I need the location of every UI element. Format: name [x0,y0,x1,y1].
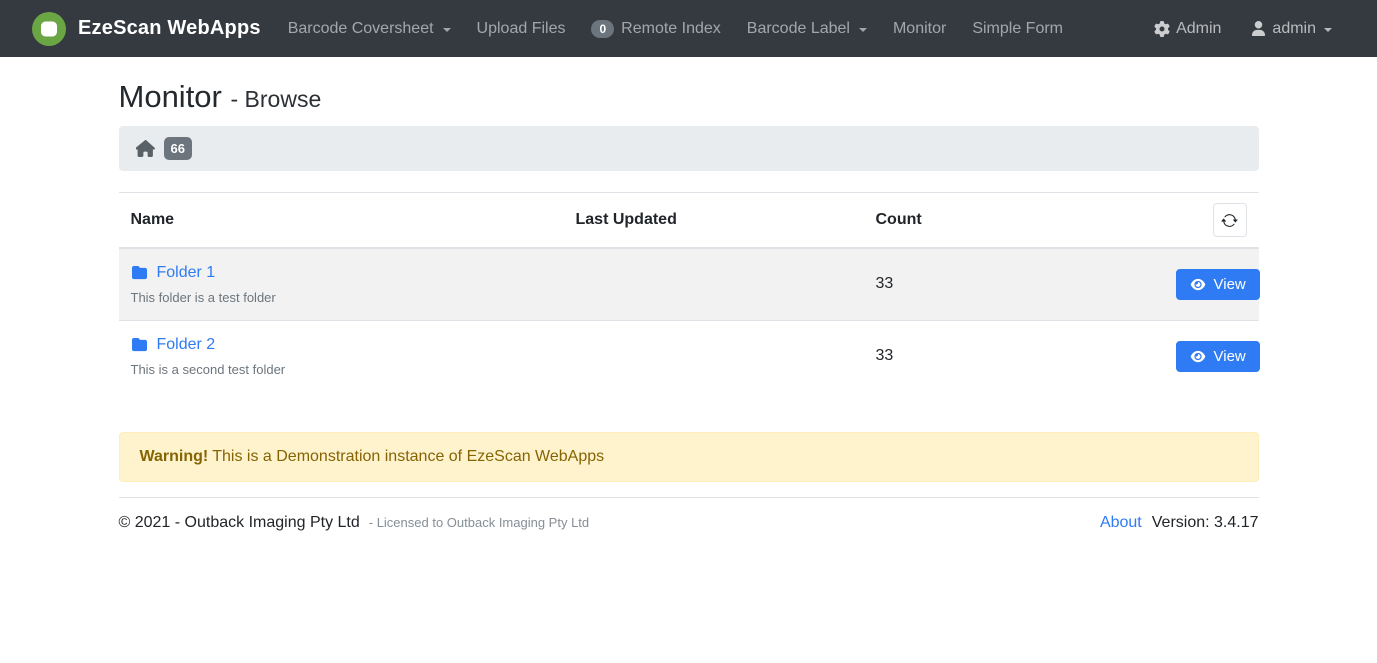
last-updated-cell [564,248,864,320]
breadcrumb-home-link[interactable] [136,140,155,157]
navbar: EzeScan WebApps Barcode Coversheet Uploa… [0,0,1377,57]
version-text: Version: 3.4.17 [1152,514,1259,532]
caret-down-icon [1324,28,1332,32]
caret-down-icon [859,28,867,32]
nav-item-label: Upload Files [477,20,566,38]
demo-warning-alert: Warning!This is a Demonstration instance… [119,432,1259,482]
brand-title: EzeScan WebApps [78,17,261,40]
footer-left: © 2021 - Outback Imaging Pty Ltd - Licen… [119,514,590,532]
nav-item-label: Simple Form [972,20,1063,38]
table-header-row: Name Last Updated Count [119,193,1259,249]
breadcrumb: 66 [119,126,1259,171]
folder-name-cell: Folder 2 This is a second test folder [119,320,564,392]
eye-icon [1190,278,1206,291]
admin-link[interactable]: Admin [1141,20,1234,38]
action-cell: View [1164,248,1259,320]
about-link[interactable]: About [1100,514,1142,532]
nav-item-label: Barcode Coversheet [288,20,434,38]
column-header-actions [1164,193,1259,249]
breadcrumb-count-badge: 66 [164,137,192,160]
table-row: Folder 2 This is a second test folder 33… [119,320,1259,392]
nav-item-label: Remote Index [621,20,721,38]
folder-icon [131,337,148,352]
nav-item-remote-index[interactable]: 0 Remote Index [578,20,733,38]
nav-item-label: Barcode Label [747,20,850,38]
nav-item-barcode-label[interactable]: Barcode Label [734,20,880,38]
page-footer: © 2021 - Outback Imaging Pty Ltd - Licen… [119,498,1259,548]
admin-label: Admin [1176,20,1221,38]
column-header-count: Count [864,193,1164,249]
refresh-icon [1221,212,1238,229]
caret-down-icon [443,28,451,32]
folder-name-cell: Folder 1 This folder is a test folder [119,248,564,320]
main-content: Monitor - Browse 66 Name Last Updated Co… [119,79,1259,548]
copyright-text: © 2021 - Outback Imaging Pty Ltd [119,514,360,532]
alert-title: Warning! [140,448,209,465]
folders-table: Name Last Updated Count [119,192,1259,392]
eye-icon [1190,350,1206,363]
count-cell: 33 [864,320,1164,392]
footer-right: About Version: 3.4.17 [1100,514,1259,532]
folder-icon [131,265,148,280]
ezescan-logo-icon [32,12,66,46]
count-cell: 33 [864,248,1164,320]
page-title-main: Monitor [119,79,222,114]
user-icon [1251,21,1266,36]
user-menu[interactable]: admin [1238,20,1345,38]
nav-right: Admin admin [1141,20,1345,38]
column-header-name: Name [119,193,564,249]
remote-index-count-badge: 0 [591,20,614,38]
refresh-button[interactable] [1213,203,1247,237]
nav-item-upload-files[interactable]: Upload Files [464,20,579,38]
column-header-last-updated: Last Updated [564,193,864,249]
folder-description: This folder is a test folder [131,290,552,305]
page-subtitle: - Browse [231,86,322,112]
table-row: Folder 1 This folder is a test folder 33… [119,248,1259,320]
gear-icon [1154,21,1170,37]
page-title: Monitor - Browse [119,79,1259,115]
folder-link[interactable]: Folder 2 [157,336,216,354]
brand-link[interactable]: EzeScan WebApps [32,12,261,46]
main-nav: Barcode Coversheet Upload Files 0 Remote… [275,20,1076,38]
folder-description: This is a second test folder [131,362,552,377]
user-label: admin [1272,20,1316,38]
view-button[interactable]: View [1176,269,1260,300]
nav-item-barcode-coversheet[interactable]: Barcode Coversheet [275,20,464,38]
nav-item-label: Monitor [893,20,946,38]
alert-message: This is a Demonstration instance of EzeS… [212,448,604,465]
view-button[interactable]: View [1176,341,1260,372]
license-text: - Licensed to Outback Imaging Pty Ltd [369,515,589,530]
nav-item-simple-form[interactable]: Simple Form [959,20,1076,38]
home-icon [136,140,155,157]
folder-link[interactable]: Folder 1 [157,264,216,282]
nav-item-monitor[interactable]: Monitor [880,20,959,38]
action-cell: View [1164,320,1259,392]
view-button-label: View [1214,348,1246,365]
view-button-label: View [1214,276,1246,293]
last-updated-cell [564,320,864,392]
